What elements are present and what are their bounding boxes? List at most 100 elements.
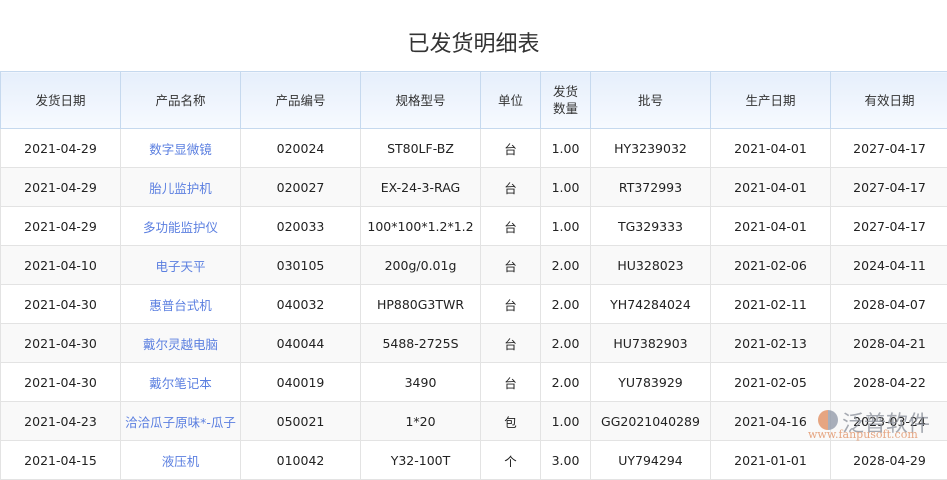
table-cell: 2021-02-06 bbox=[711, 246, 831, 285]
table-cell: 2021-04-29 bbox=[1, 129, 121, 168]
table-header: 发货日期产品名称产品编号规格型号单位发货 数量批号生产日期有效日期 bbox=[1, 72, 947, 129]
table-cell: 100*100*1.2*1.2 bbox=[361, 207, 481, 246]
table-cell: 2021-02-13 bbox=[711, 324, 831, 363]
product-name-link[interactable]: 胎儿监护机 bbox=[121, 168, 241, 207]
table-cell: HU328023 bbox=[591, 246, 711, 285]
page-title: 已发货明细表 bbox=[0, 26, 947, 58]
column-header[interactable]: 规格型号 bbox=[361, 72, 481, 129]
table-cell: 2.00 bbox=[541, 285, 591, 324]
fanpu-logo-icon bbox=[818, 410, 838, 430]
table-cell: ST80LF-BZ bbox=[361, 129, 481, 168]
table-cell: 个 bbox=[481, 441, 541, 480]
table-row: 2021-04-23洽洽瓜子原味*-瓜子0500211*20包1.00GG202… bbox=[1, 402, 947, 441]
table-cell: 2028-04-21 bbox=[831, 324, 947, 363]
column-header[interactable]: 生产日期 bbox=[711, 72, 831, 129]
table-cell: 2021-04-30 bbox=[1, 363, 121, 402]
table-cell: YH74284024 bbox=[591, 285, 711, 324]
table-cell: 030105 bbox=[241, 246, 361, 285]
table-cell: Y32-100T bbox=[361, 441, 481, 480]
table-cell: 1.00 bbox=[541, 207, 591, 246]
table-cell: GG2021040289 bbox=[591, 402, 711, 441]
table-cell: 050021 bbox=[241, 402, 361, 441]
table-cell: 2021-01-01 bbox=[711, 441, 831, 480]
table-cell: 1*20 bbox=[361, 402, 481, 441]
product-name-link[interactable]: 戴尔灵越电脑 bbox=[121, 324, 241, 363]
table-cell: 2021-04-10 bbox=[1, 246, 121, 285]
table-cell: RT372993 bbox=[591, 168, 711, 207]
table-cell: 2021-02-11 bbox=[711, 285, 831, 324]
table-cell: 3490 bbox=[361, 363, 481, 402]
table-cell: 040019 bbox=[241, 363, 361, 402]
column-header[interactable]: 产品编号 bbox=[241, 72, 361, 129]
table-cell: 020027 bbox=[241, 168, 361, 207]
table-cell: 2027-04-17 bbox=[831, 207, 947, 246]
table-cell: HP880G3TWR bbox=[361, 285, 481, 324]
table-cell: 包 bbox=[481, 402, 541, 441]
table-cell: 1.00 bbox=[541, 168, 591, 207]
table-cell: 台 bbox=[481, 129, 541, 168]
table-cell: 200g/0.01g bbox=[361, 246, 481, 285]
table-cell: 2028-04-29 bbox=[831, 441, 947, 480]
product-name-link[interactable]: 液压机 bbox=[121, 441, 241, 480]
table-cell: 2027-04-17 bbox=[831, 129, 947, 168]
table-cell: 5488-2725S bbox=[361, 324, 481, 363]
shipment-detail-table: 发货日期产品名称产品编号规格型号单位发货 数量批号生产日期有效日期 2021-0… bbox=[0, 71, 947, 480]
table-cell: YU783929 bbox=[591, 363, 711, 402]
table-cell: EX-24-3-RAG bbox=[361, 168, 481, 207]
table-cell: 1.00 bbox=[541, 402, 591, 441]
column-header[interactable]: 发货 数量 bbox=[541, 72, 591, 129]
table-cell: 3.00 bbox=[541, 441, 591, 480]
column-header[interactable]: 单位 bbox=[481, 72, 541, 129]
watermark-url: www.fanpusoft.com bbox=[808, 428, 918, 441]
table-cell: HY3239032 bbox=[591, 129, 711, 168]
table-cell: 2021-04-29 bbox=[1, 168, 121, 207]
table-row: 2021-04-10电子天平030105200g/0.01g台2.00HU328… bbox=[1, 246, 947, 285]
table-row: 2021-04-30惠普台式机040032HP880G3TWR台2.00YH74… bbox=[1, 285, 947, 324]
table-row: 2021-04-29数字显微镜020024ST80LF-BZ台1.00HY323… bbox=[1, 129, 947, 168]
product-name-link[interactable]: 惠普台式机 bbox=[121, 285, 241, 324]
table-cell: 台 bbox=[481, 324, 541, 363]
table-cell: 2027-04-17 bbox=[831, 168, 947, 207]
column-header[interactable]: 批号 bbox=[591, 72, 711, 129]
table-cell: 台 bbox=[481, 168, 541, 207]
table-cell: 2021-04-30 bbox=[1, 285, 121, 324]
product-name-link[interactable]: 戴尔笔记本 bbox=[121, 363, 241, 402]
table-cell: 020033 bbox=[241, 207, 361, 246]
table-cell: 2028-04-22 bbox=[831, 363, 947, 402]
table-row: 2021-04-15液压机010042Y32-100T个3.00UY794294… bbox=[1, 441, 947, 480]
table-cell: 2021-04-01 bbox=[711, 168, 831, 207]
table-cell: 040044 bbox=[241, 324, 361, 363]
table-cell: 台 bbox=[481, 285, 541, 324]
table-cell: 2021-04-30 bbox=[1, 324, 121, 363]
column-header[interactable]: 发货日期 bbox=[1, 72, 121, 129]
table-cell: 2021-02-05 bbox=[711, 363, 831, 402]
table-cell: 2028-04-07 bbox=[831, 285, 947, 324]
table-cell: 2021-04-01 bbox=[711, 129, 831, 168]
table-row: 2021-04-30戴尔笔记本0400193490台2.00YU78392920… bbox=[1, 363, 947, 402]
table-cell: 台 bbox=[481, 246, 541, 285]
column-header[interactable]: 有效日期 bbox=[831, 72, 947, 129]
table-cell: 2.00 bbox=[541, 363, 591, 402]
table-cell: 1.00 bbox=[541, 129, 591, 168]
table-cell: 040032 bbox=[241, 285, 361, 324]
table-row: 2021-04-30戴尔灵越电脑0400445488-2725S台2.00HU7… bbox=[1, 324, 947, 363]
table-cell: 2021-04-23 bbox=[1, 402, 121, 441]
table-row: 2021-04-29胎儿监护机020027EX-24-3-RAG台1.00RT3… bbox=[1, 168, 947, 207]
table-cell: 2.00 bbox=[541, 246, 591, 285]
table-cell: HU7382903 bbox=[591, 324, 711, 363]
table-cell: 台 bbox=[481, 207, 541, 246]
table-row: 2021-04-29多功能监护仪020033100*100*1.2*1.2台1.… bbox=[1, 207, 947, 246]
column-header[interactable]: 产品名称 bbox=[121, 72, 241, 129]
product-name-link[interactable]: 洽洽瓜子原味*-瓜子 bbox=[121, 402, 241, 441]
table-cell: 2024-04-11 bbox=[831, 246, 947, 285]
table-cell: 020024 bbox=[241, 129, 361, 168]
table-cell: 010042 bbox=[241, 441, 361, 480]
table-cell: 2021-04-29 bbox=[1, 207, 121, 246]
table-cell: UY794294 bbox=[591, 441, 711, 480]
product-name-link[interactable]: 数字显微镜 bbox=[121, 129, 241, 168]
product-name-link[interactable]: 电子天平 bbox=[121, 246, 241, 285]
table-cell: TG329333 bbox=[591, 207, 711, 246]
table-cell: 台 bbox=[481, 363, 541, 402]
product-name-link[interactable]: 多功能监护仪 bbox=[121, 207, 241, 246]
table-cell: 2.00 bbox=[541, 324, 591, 363]
